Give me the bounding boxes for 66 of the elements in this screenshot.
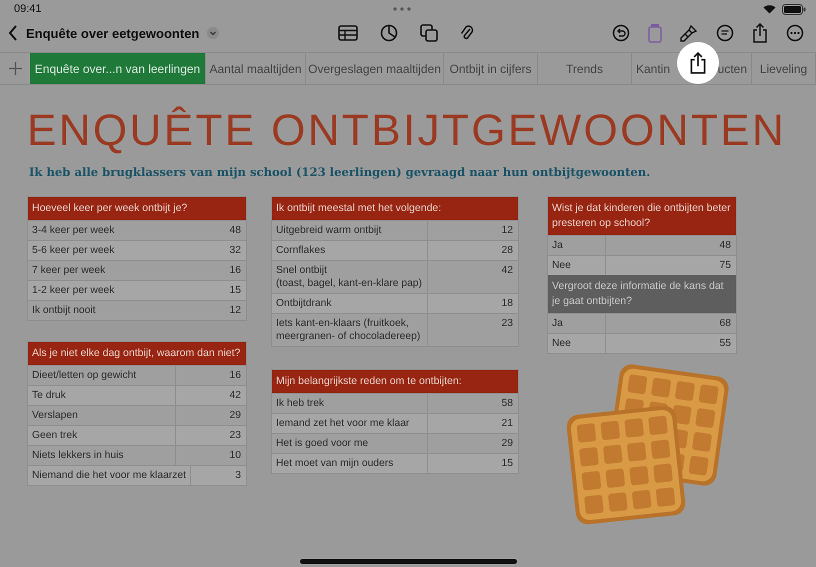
- table-cell-text: Nee: [551, 337, 572, 351]
- table-cell-text: Nee: [551, 259, 572, 273]
- table-cell-text: Verslapen: [31, 409, 79, 423]
- wifi-icon: [763, 4, 776, 14]
- table-cell-text: Geen trek: [31, 429, 78, 443]
- table-cell-text: Niemand die het voor me klaarzet: [31, 469, 187, 483]
- comment-icon[interactable]: [716, 24, 734, 42]
- table-cell-text: Iets kant-en-klaars (fruitkoek, meergranen- of chocoladereep): [275, 317, 422, 344]
- table-cell-text: Ik heb trek: [275, 397, 326, 411]
- table-cell-text: Cornflakes: [275, 244, 326, 258]
- more-icon[interactable]: [786, 24, 804, 42]
- table-cell-text: 32: [228, 244, 242, 258]
- table-cell-text: Het moet van mijn ouders: [275, 457, 394, 471]
- table-header: Hoeveel keer per week ontbijt je?: [28, 197, 246, 220]
- table-cell-text: Het is goed voor me: [275, 437, 370, 451]
- add-sheet-icon[interactable]: [8, 62, 22, 75]
- sheet-tab[interactable]: Overgeslagen maaltijden: [306, 53, 444, 84]
- paperclip-icon[interactable]: [460, 24, 474, 42]
- sheet-tab[interactable]: Aantal maaltijden: [206, 53, 306, 84]
- table-cell: 23: [427, 314, 518, 346]
- sheet-tab[interactable]: Enquête over...n van leerlingen: [30, 53, 206, 84]
- battery-icon: [782, 4, 806, 14]
- status-time: 09:41: [14, 3, 42, 15]
- table-cell-text: 3-4 keer per week: [31, 224, 116, 238]
- table-cell: 3: [190, 466, 246, 485]
- share-icon: [689, 52, 707, 74]
- document-title[interactable]: Enquête over eetgewoonten: [26, 26, 200, 40]
- sheet-tab[interactable]: Trends: [538, 53, 632, 84]
- table-cell-text: Te druk: [31, 389, 67, 403]
- table-cell-text: Niets lekkers in huis: [31, 449, 125, 463]
- table-cell-text: Ik ontbijt nooit: [31, 304, 97, 318]
- table-cell-text: 15: [228, 284, 242, 298]
- table-cell-text: Snel ontbijt (toast, bagel, kant-en-klare pap): [275, 264, 423, 291]
- table-cell-text: 12: [228, 304, 242, 318]
- table-cell: 15: [427, 454, 518, 473]
- table-cell-text: Dieet/letten op gewicht: [31, 369, 138, 383]
- table-cell: 55: [605, 334, 736, 353]
- table-cell-text: 5-6 keer per week: [31, 244, 116, 258]
- multitasking-icon[interactable]: [393, 7, 412, 11]
- subtitle: Ik heb alle brugklassers van mijn school (123 leerlingen) gevraagd naar hun ontbijtgewoonten.: [29, 165, 652, 179]
- table-cell-text: 7 keer per week: [31, 264, 106, 278]
- undo-icon[interactable]: [612, 24, 630, 42]
- table-header: Mijn belangrijkste reden om te ontbijten:: [272, 370, 518, 393]
- brush-icon[interactable]: [680, 24, 698, 42]
- table-header: Wist je dat kinderen die ontbijten beter presteren op school?: [548, 197, 736, 235]
- table-cell-text: Ja: [551, 239, 564, 253]
- back-icon[interactable]: [8, 25, 18, 41]
- table-header: Ik ontbijt meestal met het volgende:: [272, 197, 518, 220]
- table-cell-text: Ja: [551, 317, 564, 331]
- sheet-title: ENQUÊTE ONTBIJTGEWOONTEN: [27, 107, 788, 155]
- table-header: Als je niet elke dag ontbijt, waarom dan niet?: [28, 342, 246, 365]
- table-header: Vergroot deze informatie de kans dat je gaat ontbijten?: [548, 275, 736, 313]
- share-icon[interactable]: [752, 23, 768, 43]
- table-icon[interactable]: [338, 25, 358, 41]
- table-cell-text: Ontbijtdrank: [275, 297, 333, 311]
- sheet-tab[interactable]: Ontbijt in cijfers: [444, 53, 538, 84]
- table-cell-text: 1-2 keer per week: [31, 284, 116, 298]
- table-cell-text: 48: [228, 224, 242, 238]
- chart-icon[interactable]: [380, 24, 398, 42]
- sheet-tab[interactable]: Lieveling: [752, 53, 816, 84]
- table-cell-text: Uitgebreid warm ontbijt: [275, 224, 382, 238]
- table-cell-text: Iemand zet het voor me klaar: [275, 417, 410, 431]
- shapes-icon[interactable]: [420, 24, 438, 42]
- share-button[interactable]: [677, 42, 719, 84]
- chevron-down-icon[interactable]: [207, 27, 220, 39]
- table-cell-text: 16: [228, 264, 242, 278]
